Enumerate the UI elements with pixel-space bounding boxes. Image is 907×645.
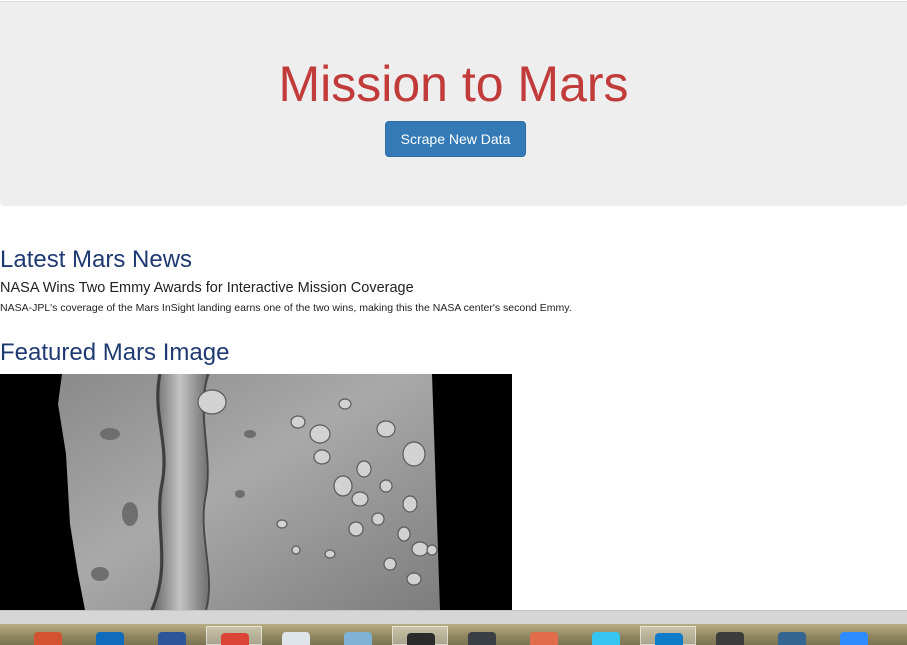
file-explorer-icon <box>282 632 310 645</box>
taskbar-app-outlook[interactable] <box>82 626 138 645</box>
taskbar-app-terminal[interactable] <box>454 626 510 645</box>
taskbar-app-postgres[interactable] <box>764 626 820 645</box>
powerpoint-icon <box>34 632 62 645</box>
taskbar-app-vscode[interactable] <box>640 626 696 645</box>
news-headline: NASA Wins Two Emmy Awards for Interactiv… <box>0 280 414 296</box>
featured-mars-image <box>0 374 512 610</box>
git-icon <box>530 632 558 645</box>
taskbar-app-file-explorer[interactable] <box>268 626 324 645</box>
taskbar-app-word[interactable] <box>144 626 200 645</box>
taskbar-app-command-prompt[interactable] <box>392 626 448 645</box>
taskbar-app-window[interactable] <box>702 626 758 645</box>
taskbar-app-git[interactable] <box>516 626 572 645</box>
slack-icon <box>592 632 620 645</box>
mars-surface-picture <box>58 374 440 610</box>
news-teaser: NASA-JPL's coverage of the Mars InSight … <box>0 302 572 314</box>
notepad-icon <box>344 632 372 645</box>
word-icon <box>158 632 186 645</box>
taskbar-app-notepad[interactable] <box>330 626 386 645</box>
taskbar-app-zoom[interactable] <box>826 626 882 645</box>
taskbar-app-slack[interactable] <box>578 626 634 645</box>
windows-taskbar <box>0 624 907 645</box>
taskbar-app-powerpoint[interactable] <box>20 626 76 645</box>
featured-image-heading: Featured Mars Image <box>0 339 230 366</box>
horizontal-scrollbar[interactable] <box>0 610 907 624</box>
browser-page: Mission to Mars Scrape New Data Latest M… <box>0 0 907 645</box>
command-prompt-icon <box>407 633 435 645</box>
postgres-icon <box>778 632 806 645</box>
vscode-icon <box>655 633 683 645</box>
outlook-icon <box>96 632 124 645</box>
page-title: Mission to Mars <box>278 56 629 112</box>
zoom-icon <box>840 632 868 645</box>
latest-news-heading: Latest Mars News <box>0 246 193 273</box>
terminal-icon <box>468 632 496 645</box>
hero-banner: Mission to Mars Scrape New Data <box>0 1 907 206</box>
window-icon <box>716 632 744 645</box>
scrape-new-data-button[interactable]: Scrape New Data <box>385 121 526 157</box>
taskbar-app-chrome[interactable] <box>206 626 262 645</box>
chrome-icon <box>221 633 249 645</box>
